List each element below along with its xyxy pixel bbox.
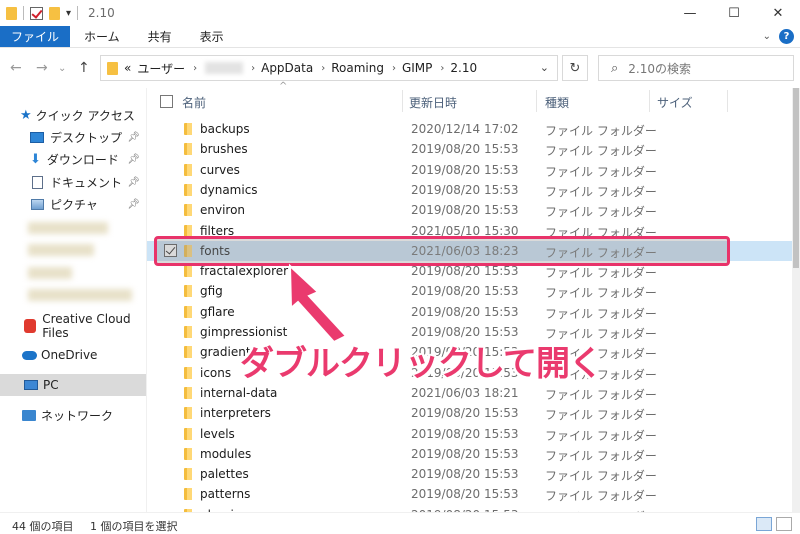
annotation-arrow [288, 263, 348, 344]
details-view-icon[interactable] [756, 517, 772, 531]
large-icons-view-icon[interactable] [776, 517, 792, 531]
annotation-label: ダブルクリックして開く [240, 344, 603, 384]
vertical-scrollbar[interactable] [792, 88, 800, 512]
pointer-arrow-icon [288, 263, 348, 344]
status-bar: 44 個の項目 1 個の項目を選択 [0, 512, 800, 534]
selection-count: 1 個の項目を選択 [90, 520, 178, 533]
scrollbar-thumb[interactable] [793, 88, 799, 268]
item-count: 44 個の項目 [12, 520, 74, 533]
